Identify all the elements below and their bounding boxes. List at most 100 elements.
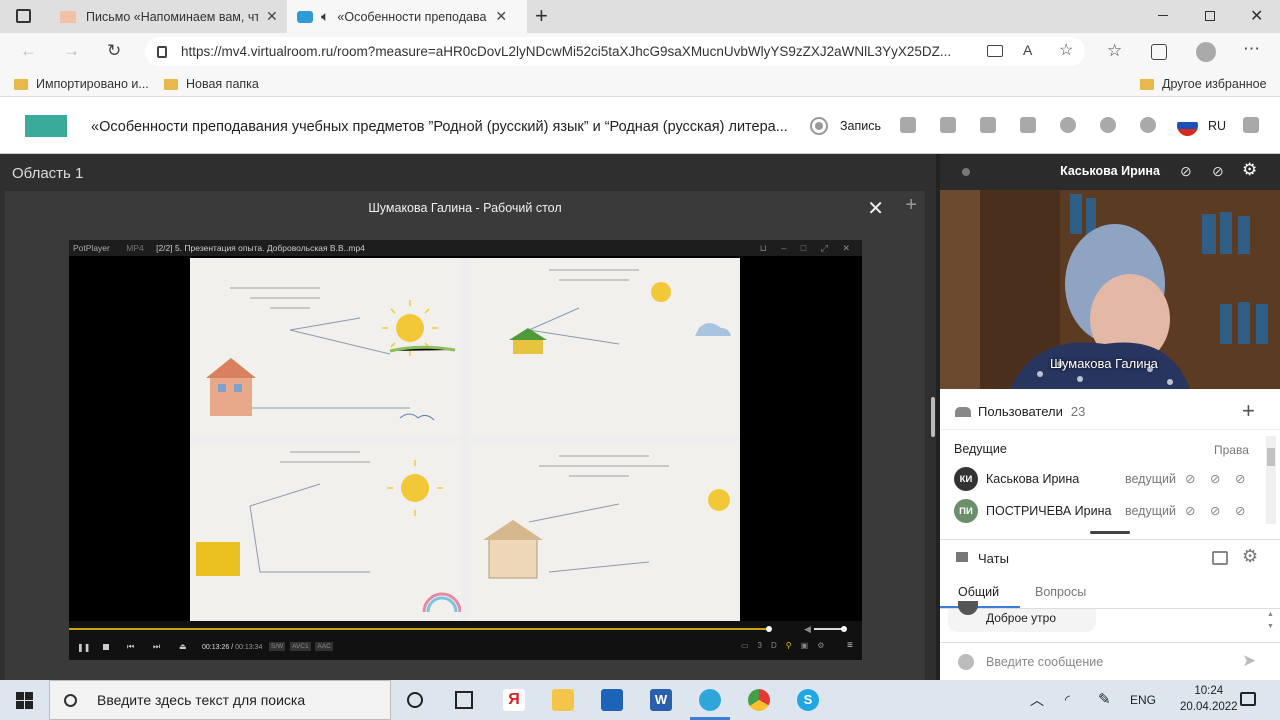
pause-icon[interactable]: ❚❚ bbox=[77, 643, 90, 652]
store-icon[interactable] bbox=[601, 689, 623, 711]
codec-tag: AAC bbox=[315, 642, 333, 651]
task-view-icon[interactable] bbox=[455, 691, 473, 709]
screen-toggle-icon[interactable]: ⊘ bbox=[1235, 503, 1245, 518]
record-button[interactable]: Запись bbox=[810, 117, 881, 135]
tab-virtualroom[interactable]: 🔈︎ «Особенности преподаван ✕ bbox=[287, 0, 527, 33]
camera-off-icon[interactable]: ⊘ bbox=[1212, 163, 1224, 180]
other-bookmarks[interactable]: Другое избранное bbox=[1140, 77, 1267, 91]
skype-icon[interactable]: S bbox=[797, 689, 819, 711]
camera-toggle-icon[interactable]: ⊘ bbox=[1210, 471, 1220, 486]
mic-off-icon[interactable]: ⊘ bbox=[1180, 163, 1192, 180]
restore-button[interactable] bbox=[1205, 11, 1215, 21]
more-icon[interactable]: ⋯ bbox=[1243, 39, 1260, 59]
add-user-button[interactable]: + bbox=[1242, 398, 1255, 424]
wifi-icon[interactable]: ◜ bbox=[1065, 692, 1070, 708]
address-bar[interactable]: https://mv4.virtualroom.ru/room?measure=… bbox=[145, 37, 1085, 66]
yandex-browser-icon[interactable]: Я bbox=[503, 689, 525, 711]
cortana-icon[interactable] bbox=[407, 692, 423, 708]
pen-icon[interactable]: ✎ bbox=[1098, 690, 1111, 708]
record-icon bbox=[810, 117, 828, 135]
close-icon[interactable]: ✕ bbox=[495, 8, 507, 25]
taskbar-search[interactable]: Введите здесь текст для поиска bbox=[49, 680, 391, 720]
users-scrollbar[interactable] bbox=[1266, 436, 1276, 524]
mic-toggle-icon[interactable]: ⊘ bbox=[1185, 503, 1195, 518]
profile-avatar[interactable] bbox=[1196, 42, 1216, 62]
tab-actions-icon[interactable] bbox=[16, 9, 31, 23]
volume-slider[interactable] bbox=[814, 628, 844, 630]
read-aloud-icon[interactable]: A bbox=[1023, 42, 1032, 58]
file-explorer-icon[interactable] bbox=[552, 689, 574, 711]
user-row[interactable]: ПИ ПОСТРИЧЕВА Ирина ведущий ⊘ ⊘ ⊘ bbox=[940, 494, 1270, 526]
plus-icon[interactable]: + bbox=[905, 194, 917, 217]
player-window-controls[interactable]: ⊔ – □ ⤢ ✕ bbox=[760, 243, 856, 254]
chat-tabs: Общий Вопросы bbox=[940, 577, 1280, 609]
avatar bbox=[958, 601, 978, 615]
flag-ru-icon[interactable] bbox=[1177, 115, 1198, 136]
collections-icon[interactable] bbox=[1151, 44, 1167, 60]
volume-icon[interactable]: ◀︎ bbox=[804, 624, 811, 635]
speaker-icon[interactable]: 🔈︎ bbox=[321, 8, 329, 25]
seek-handle[interactable] bbox=[766, 626, 772, 632]
emoji-icon[interactable] bbox=[958, 654, 974, 670]
bookmark-folder[interactable]: Импортировано и... bbox=[14, 77, 149, 91]
camera-icon[interactable] bbox=[987, 45, 1003, 57]
word-icon[interactable]: W bbox=[650, 689, 672, 711]
close-icon[interactable]: ✕ bbox=[867, 196, 884, 221]
exit-icon[interactable] bbox=[1243, 117, 1259, 133]
reload-icon[interactable]: ↻ bbox=[107, 41, 121, 61]
stop-icon[interactable] bbox=[103, 644, 109, 650]
settings-icon[interactable]: ⚙ bbox=[1242, 546, 1258, 567]
close-icon[interactable]: ✕ bbox=[266, 8, 278, 25]
player-tool-icons[interactable]: ▭3D⚲▣⚙ bbox=[741, 641, 833, 650]
scrollbar[interactable] bbox=[931, 397, 935, 437]
next-icon[interactable]: ⏭ bbox=[153, 642, 160, 652]
screen-share-icon[interactable] bbox=[940, 117, 956, 133]
resize-handle[interactable] bbox=[1090, 531, 1130, 534]
new-tab-button[interactable]: + bbox=[535, 3, 548, 29]
add-favorite-icon[interactable]: ☆ bbox=[1059, 40, 1073, 60]
favorites-icon[interactable]: ☆ bbox=[1107, 41, 1122, 61]
camera-toggle-icon[interactable]: ⊘ bbox=[1210, 503, 1220, 518]
eject-icon[interactable]: ⏏ bbox=[179, 642, 187, 651]
edge-icon[interactable] bbox=[699, 689, 721, 711]
back-icon[interactable]: ← bbox=[20, 41, 37, 61]
user-role: ведущий bbox=[1125, 472, 1176, 486]
bookmark-label: Новая папка bbox=[186, 77, 259, 91]
settings-icon[interactable] bbox=[1140, 117, 1156, 133]
message-input[interactable]: Введите сообщение bbox=[986, 655, 1103, 669]
playlist-icon[interactable]: ≡ bbox=[847, 640, 853, 651]
input-language[interactable]: ENG bbox=[1130, 693, 1156, 707]
chat-scroll-arrows[interactable]: ▲ ▼ bbox=[1267, 609, 1274, 633]
close-window-button[interactable]: ✕ bbox=[1250, 6, 1263, 26]
chat-window-icon[interactable] bbox=[1212, 551, 1228, 565]
user-name: Каськова Ирина bbox=[986, 472, 1080, 486]
info-icon[interactable] bbox=[1100, 117, 1116, 133]
system-clock[interactable]: 10:24 20.04.2022 bbox=[1180, 683, 1238, 715]
document-icon[interactable] bbox=[980, 117, 996, 133]
language-label[interactable]: RU bbox=[1208, 119, 1226, 133]
seek-bar[interactable] bbox=[69, 628, 769, 630]
tab-mail[interactable]: Письмо «Напоминаем вам, что ✕ bbox=[48, 0, 286, 33]
forward-icon[interactable]: → bbox=[63, 41, 80, 61]
user-row[interactable]: КИ Каськова Ирина ведущий ⊘ ⊘ ⊘ bbox=[940, 462, 1270, 494]
tab-questions[interactable]: Вопросы bbox=[1035, 585, 1086, 599]
volume-handle[interactable] bbox=[841, 626, 847, 632]
bookmark-folder[interactable]: Новая папка bbox=[164, 77, 259, 91]
scroll-thumb[interactable] bbox=[1267, 448, 1275, 466]
notifications-icon[interactable] bbox=[1240, 692, 1256, 706]
lock-icon[interactable] bbox=[157, 45, 167, 58]
tab-general[interactable]: Общий bbox=[958, 585, 999, 599]
chevron-up-icon[interactable]: ︿ bbox=[1030, 690, 1044, 710]
mic-toggle-icon[interactable]: ⊘ bbox=[1185, 471, 1195, 486]
settings-icon[interactable]: ⚙ bbox=[1242, 160, 1257, 180]
folder-icon[interactable] bbox=[1020, 117, 1036, 133]
video-player[interactable]: PotPlayer MP4 [2/2] 5. Презентация опыта… bbox=[69, 240, 862, 660]
layout-icon[interactable] bbox=[900, 117, 916, 133]
chrome-icon[interactable] bbox=[748, 689, 770, 711]
users-icon[interactable] bbox=[1060, 117, 1076, 133]
minimize-button[interactable] bbox=[1158, 15, 1168, 16]
previous-icon[interactable]: ⏮ bbox=[127, 642, 134, 652]
windows-start-icon[interactable] bbox=[16, 692, 33, 709]
screen-toggle-icon[interactable]: ⊘ bbox=[1235, 471, 1245, 486]
send-icon[interactable]: ➤ bbox=[1242, 651, 1256, 671]
